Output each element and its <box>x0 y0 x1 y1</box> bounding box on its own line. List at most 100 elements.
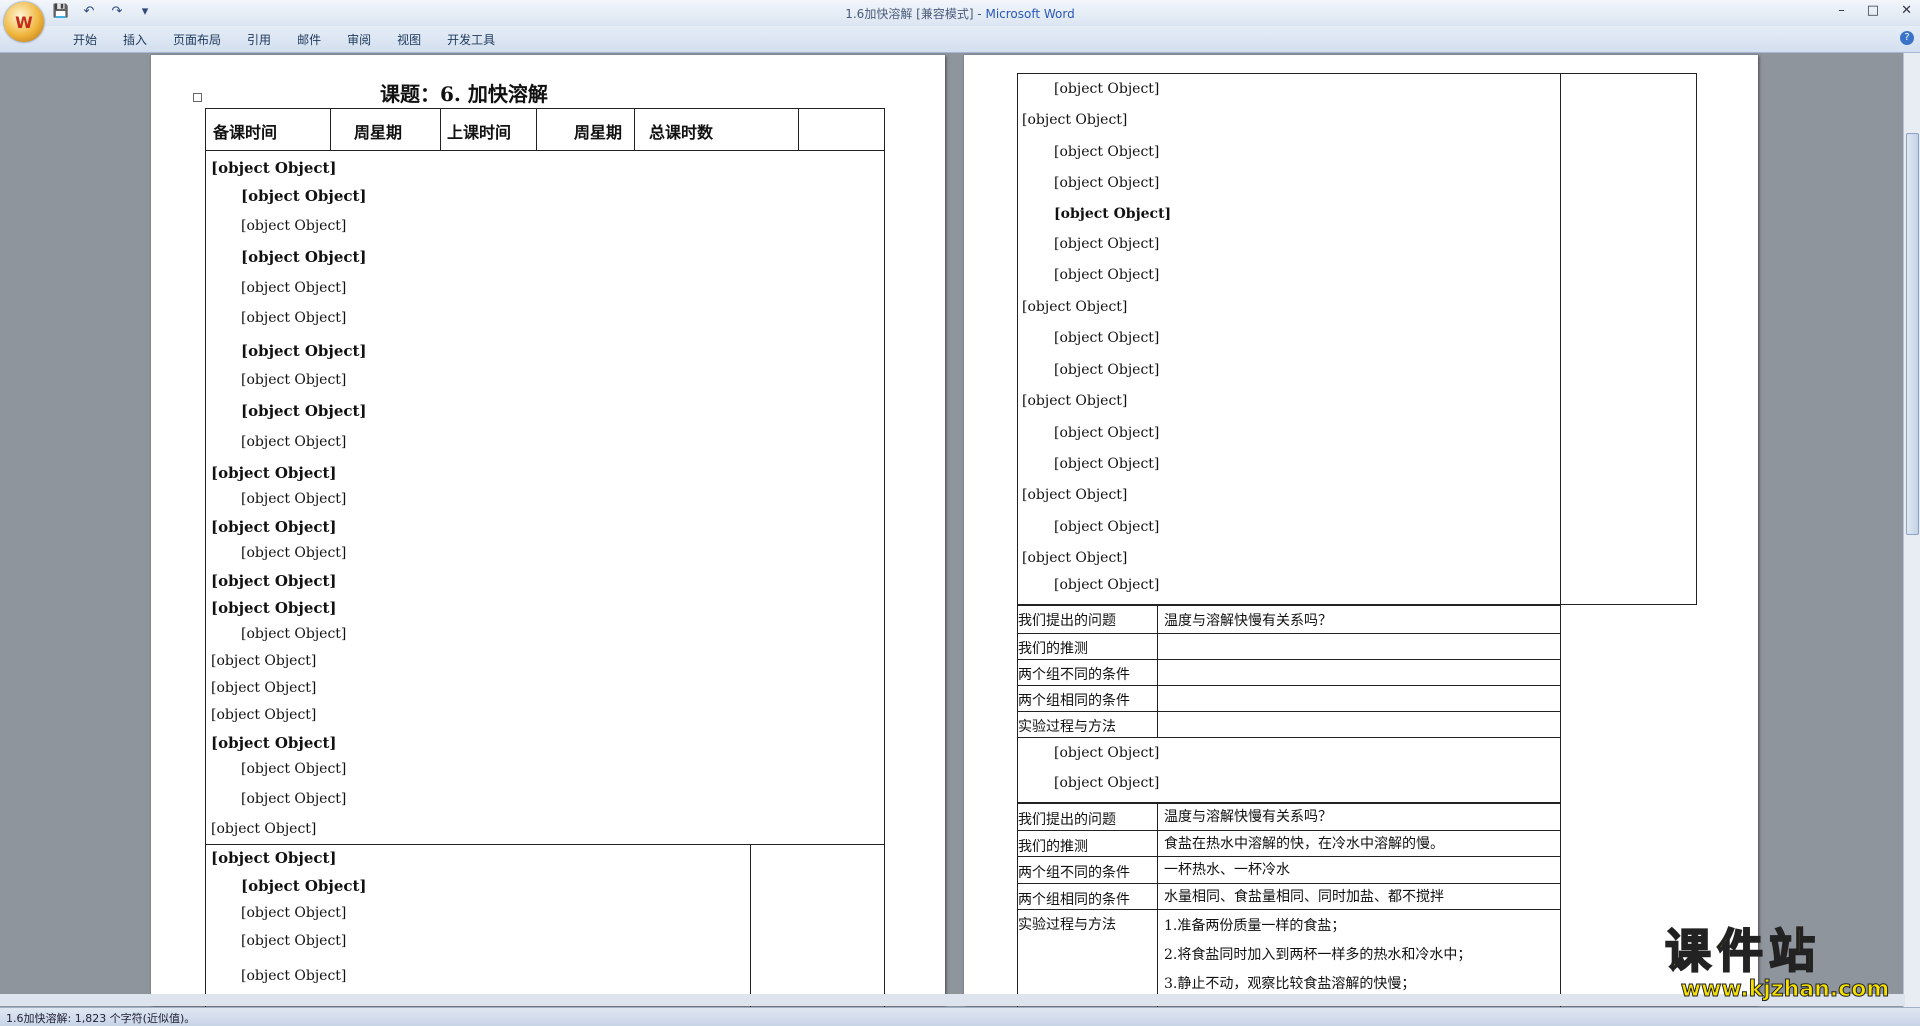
app-name: Microsoft Word <box>985 7 1075 21</box>
lesson-line: [object Object] <box>1054 456 1160 472</box>
process-step: 3.静止不动，观察比较食盐溶解的快慢； <box>1164 976 1416 992</box>
lesson-line: [object Object] <box>1054 775 1160 791</box>
header-label: 备课时间 <box>213 123 278 142</box>
objective-line: [object Object] <box>211 599 337 617</box>
objective-line: [object Object] <box>241 434 347 450</box>
objective-line: [object Object] <box>241 372 347 388</box>
lesson-line: [object Object] <box>1054 745 1160 761</box>
window-controls: – □ ✕ <box>1838 3 1912 18</box>
status-bar: 1.6加快溶解: 1,823 个字符(近似值)。 <box>0 1007 1920 1026</box>
objective-line: [object Object] <box>241 491 347 507</box>
objective-line: [object Object] <box>241 310 347 326</box>
result-value: 水量相同、食盐量相同、同时加盐、都不搅拌 <box>1164 889 1444 905</box>
lesson-line: [object Object] <box>1054 519 1160 535</box>
process-line: [object Object] <box>241 933 347 949</box>
lesson-line: [object Object] <box>1022 393 1128 409</box>
lesson-line: [object Object] <box>1054 175 1160 191</box>
process-line: [object Object] <box>211 849 337 867</box>
objective-line: [object Object] <box>211 707 317 723</box>
office-button[interactable]: W <box>4 2 44 42</box>
tab-review[interactable]: 审阅 <box>334 31 384 48</box>
minimize-button[interactable]: – <box>1838 3 1845 18</box>
process-line: [object Object] <box>241 877 367 895</box>
header-label: 上课时间 <box>447 123 512 142</box>
page-2[interactable]: [object Object] [object Object] [object Ob… <box>964 55 1758 1019</box>
result-label: 我们的推测 <box>1018 839 1088 855</box>
lesson-line: [object Object] <box>1022 299 1128 315</box>
lesson-line: [object Object] <box>1054 144 1160 160</box>
record-value: 温度与溶解快慢有关系吗？ <box>1164 613 1332 629</box>
objective-line: [object Object] <box>241 626 347 642</box>
window-title: 1.6加快溶解 [兼容模式] - Microsoft Word <box>0 5 1920 22</box>
scroll-thumb[interactable] <box>1906 133 1919 535</box>
watermark-logo: 课件站 <box>1664 924 1821 978</box>
lesson-line: [object Object] <box>1022 112 1128 128</box>
tab-view[interactable]: 视图 <box>384 31 434 48</box>
header-cell <box>798 108 885 151</box>
close-button[interactable]: ✕ <box>1901 3 1912 18</box>
result-value: 食盐在热水中溶解的快，在冷水中溶解的慢。 <box>1164 836 1444 852</box>
document-title: 1.6加快溶解 [兼容模式] - <box>845 7 986 21</box>
objective-line: [object Object] <box>211 464 337 482</box>
objective-line: [object Object] <box>211 518 337 536</box>
objective-line: [object Object] <box>241 342 367 360</box>
tab-home[interactable]: 开始 <box>60 31 110 48</box>
lesson-line: [object Object] <box>1054 577 1160 593</box>
process-step: 1.准备两份质量一样的食盐； <box>1164 918 1346 934</box>
record-value-cell <box>1157 659 1561 686</box>
objective-line: [object Object] <box>211 159 337 177</box>
horizontal-scrollbar[interactable] <box>0 994 1905 1006</box>
ribbon-tabs: 开始 插入 页面布局 引用 邮件 审阅 视图 开发工具 <box>60 31 508 48</box>
vertical-scrollbar[interactable] <box>1903 53 1920 1008</box>
record-label: 两个组不同的条件 <box>1018 667 1130 683</box>
result-label: 实验过程与方法 <box>1018 917 1116 933</box>
maximize-button[interactable]: □ <box>1867 3 1879 18</box>
record-value-cell <box>1157 633 1561 660</box>
lesson-line: [object Object] <box>1022 487 1128 503</box>
objective-line: [object Object] <box>241 187 367 205</box>
header-label: 周星期 <box>574 123 623 142</box>
process-line: [object Object] <box>241 968 347 984</box>
word-count[interactable]: 1.6加快溶解: 1,823 个字符(近似值)。 <box>6 1010 195 1026</box>
title-bar: 💾 ↶ ↷ ▾ 1.6加快溶解 [兼容模式] - Microsoft Word … <box>0 0 1920 26</box>
objective-line: [object Object] <box>241 248 367 266</box>
lesson-line: [object Object] <box>1054 425 1160 441</box>
objective-line: [object Object] <box>241 402 367 420</box>
objective-line: [object Object] <box>211 680 317 696</box>
result-value: 一杯热水、一杯冷水 <box>1164 862 1290 878</box>
lesson-line: [object Object] <box>1022 550 1128 566</box>
lesson-line: [object Object] <box>1054 81 1160 97</box>
tab-insert[interactable]: 插入 <box>110 31 160 48</box>
process-step: 2.将食盐同时加入到两杯一样多的热水和冷水中； <box>1164 947 1472 963</box>
lesson-line: [object Object] <box>1054 236 1160 252</box>
tab-references[interactable]: 引用 <box>234 31 284 48</box>
result-label: 两个组不同的条件 <box>1018 865 1130 881</box>
page-1[interactable]: 课题：6. 加快溶解 备课时间 周星期 上课时间 周星期 总课时数 [object Obje… <box>151 55 945 1012</box>
header-label: 总课时数 <box>649 123 714 142</box>
objective-line: [object Object] <box>211 821 317 837</box>
record-label: 两个组相同的条件 <box>1018 693 1130 709</box>
record-value-cell <box>1157 711 1561 738</box>
help-icon[interactable]: ? <box>1900 31 1914 45</box>
table-anchor-icon <box>193 93 202 102</box>
lesson-line: [object Object] <box>1054 267 1160 283</box>
tab-mailings[interactable]: 邮件 <box>284 31 334 48</box>
tab-developer[interactable]: 开发工具 <box>434 31 508 48</box>
record-label: 我们提出的问题 <box>1018 613 1116 629</box>
process-line: [object Object] <box>241 905 347 921</box>
lesson-line: [object Object] <box>1054 206 1172 222</box>
record-label: 实验过程与方法 <box>1018 719 1116 735</box>
objective-line: [object Object] <box>241 545 347 561</box>
tab-page-layout[interactable]: 页面布局 <box>160 31 234 48</box>
office-logo-icon: W <box>15 12 33 32</box>
record-value-cell <box>1157 685 1561 712</box>
header-label: 周星期 <box>354 123 403 142</box>
objective-line: [object Object] <box>241 791 347 807</box>
site-watermark: 课件站 www.kjzhan.com <box>1664 924 1905 1005</box>
objective-line: [object Object] <box>211 653 317 669</box>
objective-line: [object Object] <box>241 218 347 234</box>
record-label: 我们的推测 <box>1018 641 1088 657</box>
result-label: 两个组相同的条件 <box>1018 892 1130 908</box>
result-label: 我们提出的问题 <box>1018 812 1116 828</box>
objective-line: [object Object] <box>211 572 337 590</box>
